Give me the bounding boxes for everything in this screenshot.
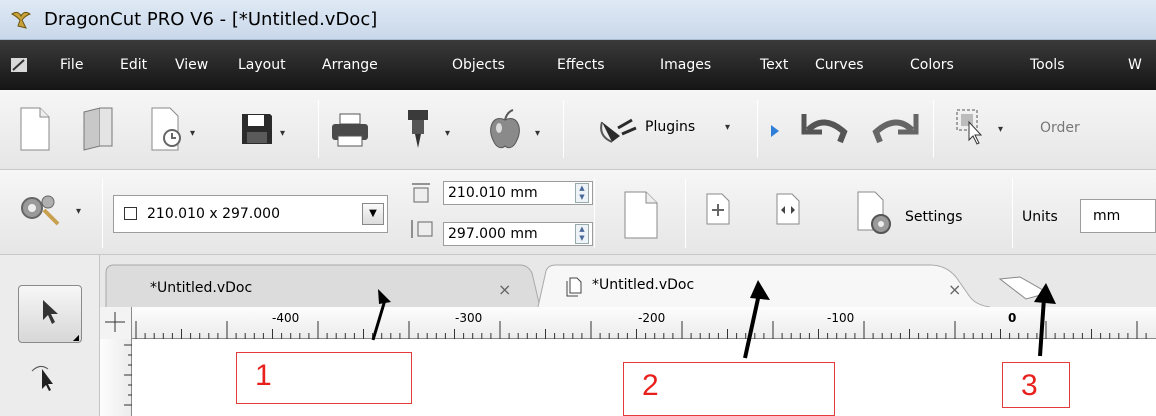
annotation-number: 2: [642, 369, 659, 402]
menu-text[interactable]: Text: [760, 57, 788, 73]
title-bar: DragonCut PRO V6 - [*Untitled.vDoc]: [0, 0, 1156, 40]
select-tool-icon[interactable]: [955, 108, 985, 148]
window-title: DragonCut PRO V6 - [*Untitled.vDoc]: [44, 9, 378, 30]
gear-tools-icon[interactable]: [18, 192, 60, 226]
tab-1-label[interactable]: *Untitled.vDoc: [150, 280, 252, 296]
plugins-label[interactable]: Plugins: [645, 119, 695, 135]
menu-window[interactable]: W: [1128, 57, 1142, 73]
menu-view[interactable]: View: [175, 57, 208, 73]
chevron-down-icon[interactable]: ▾: [535, 128, 540, 139]
page-width-icon: [412, 183, 430, 203]
shape-tool-icon[interactable]: [30, 361, 60, 391]
redo-icon[interactable]: [870, 112, 920, 146]
new-document-icon[interactable]: [18, 106, 52, 152]
pointer-arrow-icon: [43, 300, 58, 324]
chevron-down-icon[interactable]: ▾: [998, 124, 1003, 135]
menu-effects[interactable]: Effects: [557, 57, 605, 73]
chevron-down-icon[interactable]: ▼: [362, 203, 384, 225]
menu-tools[interactable]: Tools: [1030, 57, 1065, 73]
menu-objects[interactable]: Objects: [452, 57, 505, 73]
tool-flyout-icon: ◢: [72, 333, 79, 342]
navigate-pages-icon[interactable]: [775, 192, 801, 226]
add-page-icon[interactable]: [705, 192, 731, 226]
tab-1-close-icon[interactable]: ×: [498, 280, 511, 299]
page-width-value: 210.010 mm: [448, 185, 538, 201]
page-orientation-icon[interactable]: [622, 190, 660, 240]
document-tab-strip: *Untitled.vDoc × *Untitled.vDoc ×: [100, 255, 1156, 307]
tab-2-label[interactable]: *Untitled.vDoc: [592, 277, 694, 293]
width-spinner[interactable]: ▲ ▼: [575, 183, 589, 203]
ruler-label: 0: [1008, 311, 1017, 325]
tab-2-close-icon[interactable]: ×: [948, 280, 961, 299]
page-size-value: 210.010 x 297.000: [147, 206, 280, 222]
height-spinner[interactable]: ▲ ▼: [575, 224, 589, 244]
units-value: mm: [1093, 208, 1121, 224]
page-height-icon: [411, 220, 433, 238]
save-icon[interactable]: [240, 112, 274, 146]
page-width-field[interactable]: 210.010 mm ▲ ▼: [443, 181, 593, 205]
chevron-down-icon[interactable]: ▾: [280, 128, 285, 139]
ruler-origin-icon[interactable]: [100, 307, 132, 339]
open-folder-icon[interactable]: [80, 106, 116, 152]
units-label: Units: [1022, 209, 1058, 225]
document-icon: [566, 277, 582, 297]
print-icon[interactable]: [330, 112, 370, 148]
menu-bar: File Edit View Layout Arrange Objects Ef…: [0, 40, 1156, 90]
menu-file[interactable]: File: [60, 57, 83, 73]
toolbox: ◢: [0, 255, 100, 416]
page-size-dropdown[interactable]: 210.010 x 297.000 ▼: [113, 195, 388, 233]
ruler-label: -400: [272, 311, 300, 325]
menu-arrange[interactable]: Arrange: [322, 57, 378, 73]
system-menu-icon[interactable]: [10, 57, 28, 73]
menu-colors[interactable]: Colors: [910, 57, 954, 73]
units-dropdown[interactable]: mm: [1080, 199, 1156, 233]
menu-curves[interactable]: Curves: [815, 57, 864, 73]
page-size-checkbox[interactable]: [124, 207, 137, 220]
ruler-label: -300: [455, 311, 483, 325]
cutter-icon[interactable]: [405, 108, 431, 150]
settings-icon[interactable]: [855, 190, 895, 236]
menu-images[interactable]: Images: [660, 57, 711, 73]
dragon-app-icon: [11, 11, 32, 29]
recent-files-icon[interactable]: [148, 106, 186, 152]
settings-label[interactable]: Settings: [905, 209, 962, 225]
horizontal-ruler: -400 -300 -200 -100 0: [100, 307, 1156, 339]
annotation-box-1: 1: [236, 352, 412, 404]
undo-icon[interactable]: [800, 112, 850, 146]
chevron-down-icon[interactable]: ▾: [725, 122, 730, 133]
chevron-down-icon[interactable]: ▾: [445, 128, 450, 139]
plugins-icon[interactable]: [598, 116, 638, 146]
ruler-label: -100: [827, 311, 855, 325]
page-height-value: 297.000 mm: [448, 226, 538, 242]
main-toolbar: ▾ ▾ ▾ ▾ Plugins ▾ ▾ Order: [0, 90, 1156, 170]
pick-tool-button[interactable]: ◢: [18, 285, 82, 343]
annotation-box-2: 2: [623, 362, 835, 416]
menu-edit[interactable]: Edit: [120, 57, 147, 73]
chevron-down-icon[interactable]: ▾: [76, 206, 81, 217]
menu-layout[interactable]: Layout: [238, 57, 286, 73]
page-height-field[interactable]: 297.000 mm ▲ ▼: [443, 222, 593, 246]
annotation-number: 3: [1021, 369, 1038, 402]
order-button[interactable]: Order: [1040, 120, 1080, 136]
annotation-box-3: 3: [1002, 362, 1070, 408]
chevron-down-icon[interactable]: ▾: [190, 128, 195, 139]
ruler-label: -200: [638, 311, 666, 325]
vertical-ruler: [100, 339, 132, 416]
apple-icon[interactable]: [485, 108, 525, 152]
play-icon[interactable]: [770, 124, 780, 138]
annotation-number: 1: [255, 359, 272, 392]
